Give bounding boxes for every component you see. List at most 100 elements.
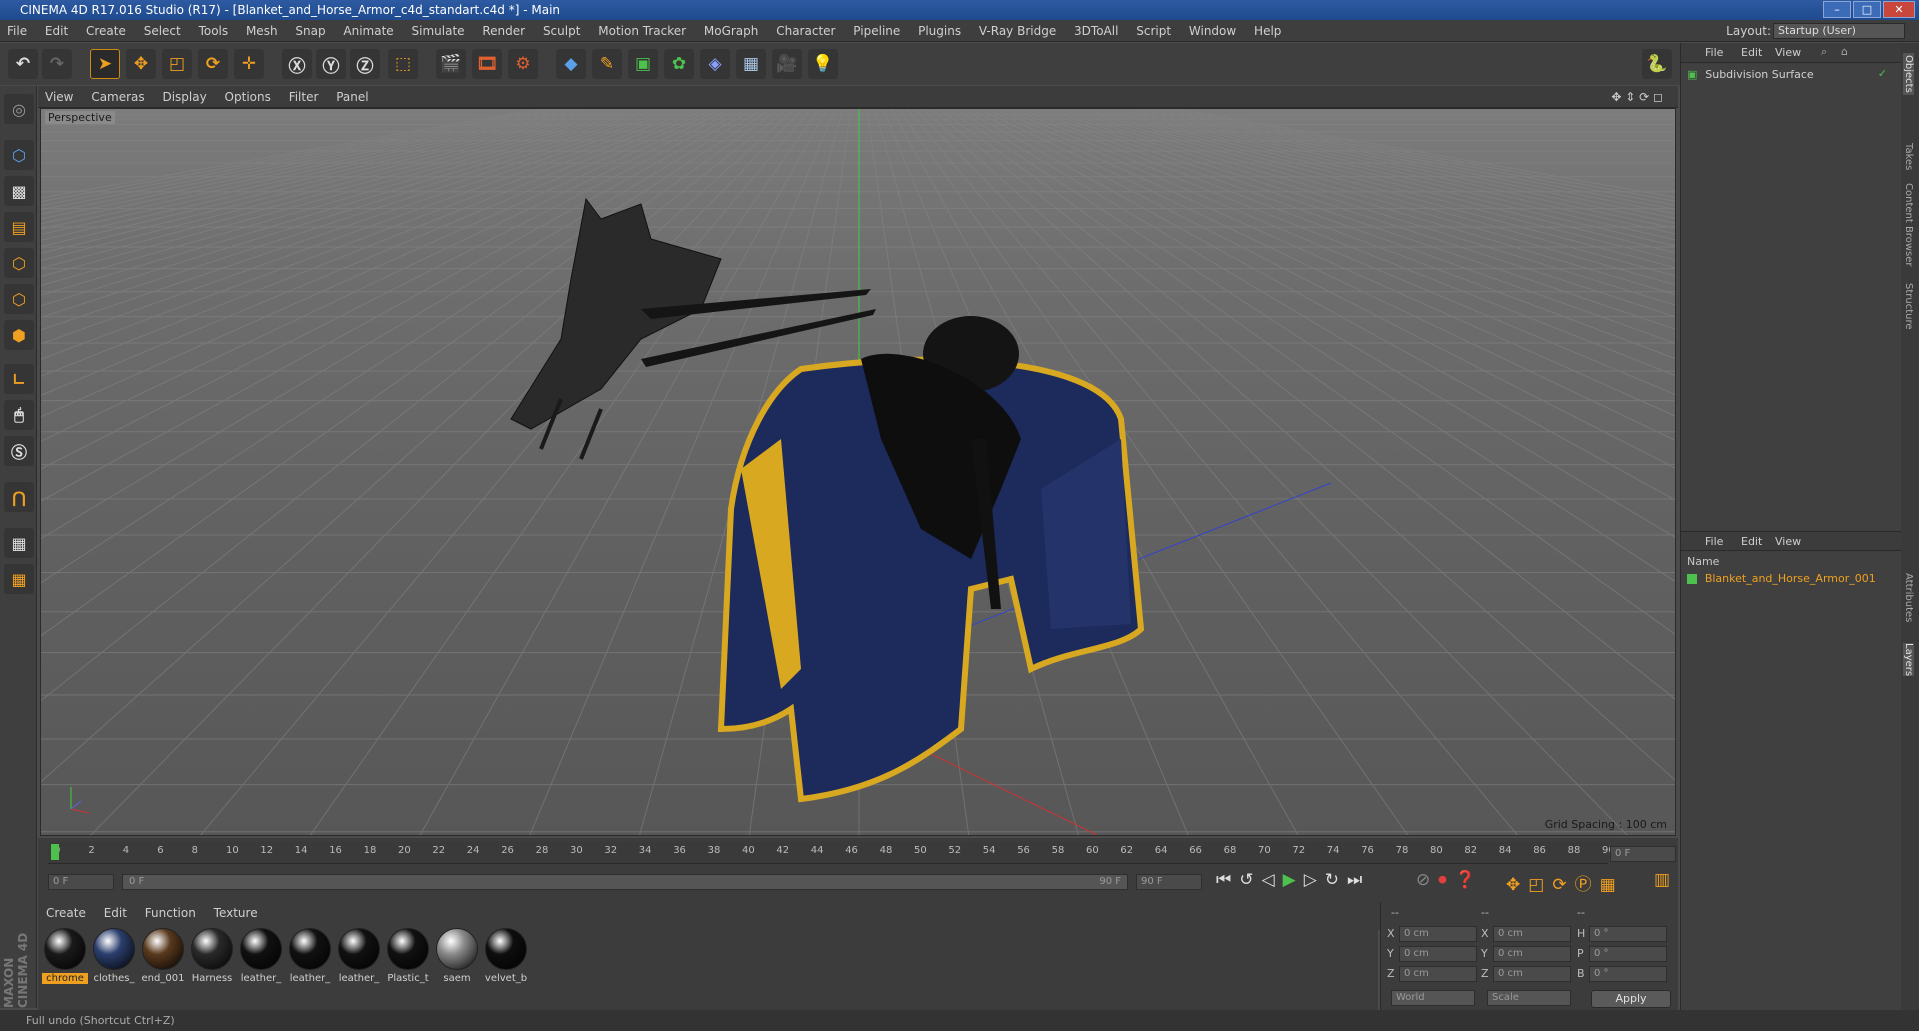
coord-mode-select[interactable]: Scale [1487, 990, 1571, 1006]
menu-plugins[interactable]: Plugins [911, 20, 968, 42]
material-item[interactable]: leather_ [287, 928, 333, 984]
side-tab-structure[interactable]: Structure [1903, 283, 1914, 330]
points-mode-icon[interactable]: ⬡ [4, 248, 34, 278]
viewport-menu-filter[interactable]: Filter [282, 86, 326, 108]
material-item[interactable]: end_001 [140, 928, 186, 984]
key-position-icon[interactable]: ✥ [1506, 875, 1528, 895]
menu-motion-tracker[interactable]: Motion Tracker [591, 20, 693, 42]
objects-menu-edit[interactable]: Edit [1741, 46, 1762, 59]
go-to-start-icon[interactable]: ⏮ [1216, 870, 1239, 890]
menu-tools[interactable]: Tools [192, 20, 236, 42]
objects-menu-view[interactable]: View [1775, 46, 1801, 59]
playhead[interactable] [51, 844, 59, 860]
material-item[interactable]: Plastic_t [385, 928, 431, 984]
make-editable-icon[interactable]: ◎ [4, 94, 34, 124]
menu-script[interactable]: Script [1129, 20, 1178, 42]
key-scale-icon[interactable]: ◰ [1528, 875, 1552, 895]
previous-frame-icon[interactable]: ◁ [1262, 870, 1283, 890]
menu-sculpt[interactable]: Sculpt [536, 20, 587, 42]
planar-workplane-icon[interactable]: ▦ [4, 564, 34, 594]
model-mode-icon[interactable]: ⬡ [4, 140, 34, 170]
coord-space-select[interactable]: World [1391, 990, 1475, 1006]
menu-edit[interactable]: Edit [38, 20, 75, 42]
play-icon[interactable]: ▶ [1283, 870, 1304, 890]
render-view-icon[interactable]: 🎬 [436, 49, 466, 79]
side-tab-takes[interactable]: Takes [1903, 143, 1914, 170]
coord-field[interactable]: 0 cm [1399, 966, 1477, 982]
menu-snap[interactable]: Snap [288, 20, 332, 42]
mograph-cloner-icon[interactable]: ✿ [664, 49, 694, 79]
coordinate-system-icon[interactable]: ⬚ [388, 49, 418, 79]
scale-tool-icon[interactable]: ◰ [162, 49, 192, 79]
menu-create[interactable]: Create [79, 20, 133, 42]
rotate-tool-icon[interactable]: ⟳ [198, 49, 228, 79]
material-item[interactable]: Harness [189, 928, 235, 984]
axis-mode-icon[interactable]: ∟ [4, 364, 34, 394]
key-parameter-icon[interactable]: Ⓟ [1575, 875, 1600, 895]
key-rotation-icon[interactable]: ⟳ [1552, 875, 1574, 895]
menu-vray-bridge[interactable]: V-Ray Bridge [972, 20, 1063, 42]
next-key-icon[interactable]: ↻ [1325, 870, 1347, 890]
viewport-menu-panel[interactable]: Panel [329, 86, 375, 108]
material-menu-texture[interactable]: Texture [214, 906, 258, 920]
menu-select[interactable]: Select [137, 20, 188, 42]
selection-tool-icon[interactable]: ➤ [90, 49, 120, 79]
tweak-mode-icon[interactable]: 🖱 [4, 400, 34, 430]
object-row-subdivision-surface[interactable]: ▣ Subdivision Surface ✓ [1687, 67, 1897, 83]
lock-workplane-icon[interactable]: ▦ [4, 528, 34, 558]
material-menu-function[interactable]: Function [145, 906, 196, 920]
material-item[interactable]: clothes_ [91, 928, 137, 984]
camera-icon[interactable]: 🎥 [772, 49, 802, 79]
viewport-menu-view[interactable]: View [38, 86, 80, 108]
frame-range-slider[interactable]: 0 F 90 F [122, 874, 1128, 890]
material-menu-edit[interactable]: Edit [104, 906, 127, 920]
subdivision-surface-icon[interactable]: ▣ [628, 49, 658, 79]
solo-mode-icon[interactable]: Ⓢ [4, 436, 34, 466]
cube-primitive-icon[interactable]: ◆ [556, 49, 586, 79]
minimize-button[interactable]: – [1823, 1, 1851, 18]
viewport-menu-options[interactable]: Options [218, 86, 278, 108]
coord-field[interactable]: 0 cm [1493, 926, 1571, 942]
side-tab-content-browser[interactable]: Content Browser [1903, 183, 1914, 266]
perspective-viewport[interactable]: Perspective Grid Spacing : 100 cm [40, 108, 1676, 836]
menu-mograph[interactable]: MoGraph [697, 20, 766, 42]
coord-field[interactable]: 0 cm [1493, 966, 1571, 982]
object-enabled-check-icon[interactable]: ✓ [1878, 67, 1887, 80]
floor-icon[interactable]: ▦ [736, 49, 766, 79]
coord-field[interactable]: 0 ° [1589, 926, 1667, 942]
light-icon[interactable]: 💡 [808, 49, 838, 79]
layers-menu-edit[interactable]: Edit [1741, 535, 1762, 548]
spline-pen-icon[interactable]: ✎ [592, 49, 622, 79]
side-tab-layers[interactable]: Layers [1903, 643, 1914, 677]
coord-field[interactable]: 0 ° [1589, 966, 1667, 982]
timeline-window-icon[interactable]: ▥ [1654, 870, 1670, 890]
layers-menu-file[interactable]: File [1705, 535, 1723, 548]
polygons-mode-icon[interactable]: ⬢ [4, 320, 34, 350]
coord-field[interactable]: 0 cm [1493, 946, 1571, 962]
menu-character[interactable]: Character [769, 20, 842, 42]
x-axis-lock-icon[interactable]: Ⓧ [282, 49, 312, 79]
key-pla-icon[interactable]: ▦ [1600, 875, 1624, 895]
material-item[interactable]: leather_ [238, 928, 284, 984]
current-frame-field[interactable]: 0 F [1610, 846, 1676, 862]
menu-help[interactable]: Help [1247, 20, 1288, 42]
objects-home-icon[interactable]: ⌂ [1841, 45, 1848, 58]
layout-select[interactable]: Startup (User) [1773, 23, 1905, 39]
menu-render[interactable]: Render [475, 20, 532, 42]
menu-mesh[interactable]: Mesh [239, 20, 285, 42]
start-frame-field[interactable]: 0 F [48, 874, 114, 890]
layers-menu-view[interactable]: View [1775, 535, 1801, 548]
material-item[interactable]: chrome [42, 928, 88, 984]
objects-menu-file[interactable]: File [1705, 46, 1723, 59]
render-picture-viewer-icon[interactable]: 🎞 [472, 49, 502, 79]
menu-simulate[interactable]: Simulate [405, 20, 472, 42]
record-icon[interactable]: ⏺ [1438, 870, 1455, 890]
material-item[interactable]: velvet_b [483, 928, 529, 984]
menu-3dtoall[interactable]: 3DToAll [1067, 20, 1125, 42]
layer-row[interactable]: Blanket_and_Horse_Armor_001 [1687, 571, 1897, 587]
y-axis-lock-icon[interactable]: Ⓨ [316, 49, 346, 79]
close-button[interactable]: ✕ [1883, 1, 1915, 18]
add-tool-icon[interactable]: ✛ [234, 49, 264, 79]
render-settings-icon[interactable]: ⚙ [508, 49, 538, 79]
objects-search-icon[interactable]: ⌕ [1821, 45, 1827, 59]
